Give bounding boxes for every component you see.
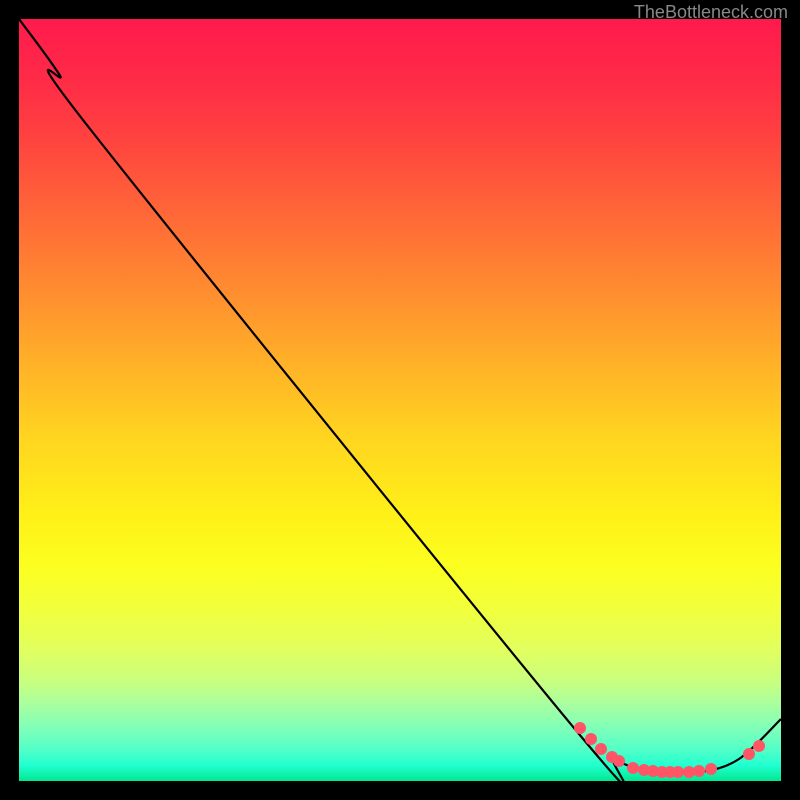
data-point xyxy=(585,733,597,745)
curve-line xyxy=(19,19,781,781)
data-point xyxy=(595,743,607,755)
plot-area xyxy=(19,19,781,781)
chart-svg xyxy=(19,19,781,781)
data-point xyxy=(627,762,639,774)
data-point xyxy=(705,763,717,775)
data-point xyxy=(693,765,705,777)
chart-container: TheBottleneck.com xyxy=(0,0,800,800)
data-point xyxy=(672,766,684,778)
data-point xyxy=(743,748,755,760)
data-point xyxy=(613,755,625,767)
data-point xyxy=(574,722,586,734)
data-points xyxy=(574,722,765,778)
watermark-text: TheBottleneck.com xyxy=(634,2,788,23)
data-point xyxy=(753,740,765,752)
